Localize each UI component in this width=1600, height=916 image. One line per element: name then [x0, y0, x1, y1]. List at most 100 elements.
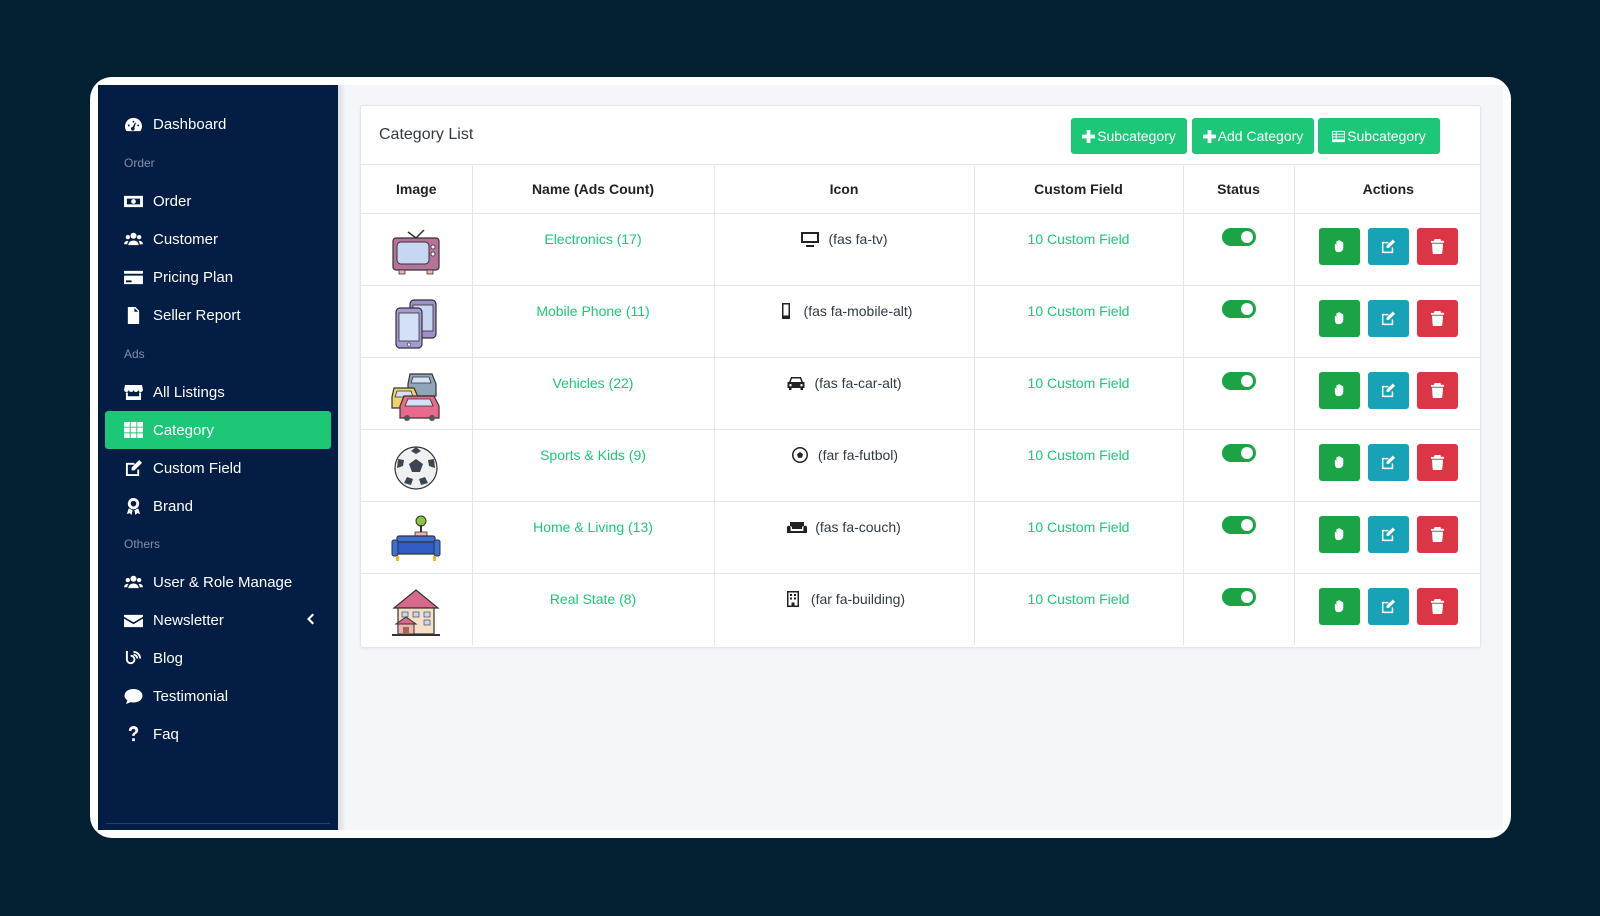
add-category-button[interactable]: Add Category	[1192, 118, 1314, 154]
status-toggle[interactable]	[1221, 443, 1256, 462]
sidebar-item-newsletter[interactable]: Newsletter	[105, 601, 331, 639]
category-name[interactable]: Vehicles (22)	[472, 357, 715, 430]
section-label-ads: Ads	[124, 347, 145, 361]
car-icon	[786, 375, 806, 391]
table-row: Home & Living (13) (fas fa-couch) 10 Cus…	[361, 501, 1482, 574]
sidebar-item-label: Dashboard	[153, 115, 227, 133]
edit-button[interactable]	[1367, 443, 1409, 481]
view-button[interactable]	[1318, 587, 1360, 625]
sidebar-item-custom-field[interactable]: Custom Field	[105, 449, 331, 487]
couch-image	[391, 515, 441, 561]
status-toggle[interactable]	[1221, 299, 1256, 318]
blog-icon	[123, 649, 143, 667]
custom-field-link[interactable]: 10 Custom Field	[974, 213, 1184, 286]
sidebar-item-label: Custom Field	[153, 459, 242, 477]
icon-class-text: (far fa-building)	[810, 590, 906, 607]
category-name[interactable]: Mobile Phone (11)	[472, 285, 715, 358]
users-icon	[123, 573, 143, 591]
store-icon	[123, 383, 143, 401]
sidebar-item-customer[interactable]: Customer	[105, 220, 331, 258]
grid-icon	[123, 421, 143, 439]
status-cell	[1183, 429, 1295, 502]
view-button[interactable]	[1318, 443, 1360, 481]
custom-field-link[interactable]: 10 Custom Field	[974, 429, 1184, 502]
actions-cell	[1294, 357, 1482, 430]
delete-button[interactable]	[1416, 515, 1458, 553]
edit-icon	[1381, 382, 1395, 397]
icon-class-text: (fas fa-car-alt)	[814, 374, 902, 391]
custom-field-link[interactable]: 10 Custom Field	[974, 357, 1184, 430]
sidebar-item-all-listings[interactable]: All Listings	[105, 373, 331, 411]
sidebar-item-seller-report[interactable]: Seller Report	[105, 296, 331, 334]
category-image-cell	[361, 501, 473, 574]
view-button[interactable]	[1318, 515, 1360, 553]
edit-button[interactable]	[1367, 371, 1409, 409]
money-icon	[123, 192, 143, 210]
table-row: Real State (8) (far fa-building) 10 Cust…	[361, 573, 1482, 645]
couch-icon	[787, 519, 808, 535]
sidebar-item-brand[interactable]: Brand	[105, 487, 331, 525]
futbol-icon	[790, 446, 810, 463]
sidebar-item-label: Category	[153, 421, 214, 439]
custom-field-link[interactable]: 10 Custom Field	[974, 285, 1184, 358]
table-row: Mobile Phone (11) (fas fa-mobile-alt) 10…	[361, 285, 1482, 358]
view-button[interactable]	[1318, 227, 1360, 265]
edit-button[interactable]	[1367, 299, 1409, 337]
table-row: Sports & Kids (9) (far fa-futbol) 10 Cus…	[361, 429, 1482, 502]
edit-button[interactable]	[1367, 587, 1409, 625]
sidebar-shadow	[338, 85, 346, 830]
main-content: Category List Subcategory Add Category S…	[338, 85, 1503, 830]
view-button[interactable]	[1318, 299, 1360, 337]
status-toggle[interactable]	[1221, 227, 1256, 246]
button-label: Subcategory	[1097, 128, 1176, 144]
button-label: Subcategory	[1347, 128, 1426, 144]
add-subcategory-button[interactable]: Subcategory	[1071, 118, 1187, 154]
sidebar-item-pricing-plan[interactable]: Pricing Plan	[105, 258, 331, 296]
house-image	[392, 588, 441, 636]
sidebar-item-label: Newsletter	[153, 611, 224, 629]
sidebar-item-category[interactable]: Category	[105, 411, 331, 449]
category-name[interactable]: Electronics (17)	[472, 213, 715, 286]
category-name[interactable]: Real State (8)	[472, 573, 715, 645]
sidebar-item-blog[interactable]: Blog	[105, 639, 331, 677]
edit-icon	[1381, 454, 1395, 469]
sidebar-item-faq[interactable]: Faq	[105, 715, 331, 753]
category-name[interactable]: Home & Living (13)	[472, 501, 715, 574]
envelope-icon	[123, 611, 143, 629]
icon-class-text: (far fa-futbol)	[817, 446, 899, 463]
mobile-icon	[776, 302, 796, 319]
edit-icon	[123, 459, 143, 477]
edit-button[interactable]	[1367, 227, 1409, 265]
tv-icon	[800, 231, 820, 247]
sidebar-item-label: Brand	[153, 497, 194, 515]
delete-button[interactable]	[1416, 371, 1458, 409]
sidebar-item-order[interactable]: Order	[105, 182, 331, 220]
actions-cell	[1294, 285, 1482, 358]
hand-icon	[1334, 455, 1344, 468]
sidebar-item-dashboard[interactable]: Dashboard	[105, 105, 331, 143]
category-name[interactable]: Sports & Kids (9)	[472, 429, 715, 502]
category-table: Image Name (Ads Count) Icon Custom Field…	[361, 166, 1482, 645]
status-toggle[interactable]	[1221, 515, 1256, 534]
view-button[interactable]	[1318, 371, 1360, 409]
sidebar-divider	[106, 823, 330, 824]
status-toggle[interactable]	[1221, 371, 1256, 390]
section-label-others: Others	[124, 537, 161, 551]
delete-button[interactable]	[1416, 587, 1458, 625]
hand-icon	[1334, 527, 1344, 540]
subcategory-list-button[interactable]: Subcategory	[1318, 118, 1440, 154]
edit-button[interactable]	[1367, 515, 1409, 553]
status-toggle[interactable]	[1221, 587, 1256, 606]
delete-button[interactable]	[1416, 227, 1458, 265]
custom-field-link[interactable]: 10 Custom Field	[974, 501, 1184, 574]
custom-field-link[interactable]: 10 Custom Field	[974, 573, 1184, 645]
edit-icon	[1381, 238, 1395, 253]
sidebar-item-testimonial[interactable]: Testimonial	[105, 677, 331, 715]
category-icon-cell: (fas fa-tv)	[714, 213, 975, 286]
actions-cell	[1294, 429, 1482, 502]
actions-cell	[1294, 573, 1482, 645]
app-window: Dashboard Order Order Customer Pricing P…	[90, 77, 1511, 838]
delete-button[interactable]	[1416, 299, 1458, 337]
sidebar-item-user-role-manage[interactable]: User & Role Manage	[105, 563, 331, 601]
delete-button[interactable]	[1416, 443, 1458, 481]
